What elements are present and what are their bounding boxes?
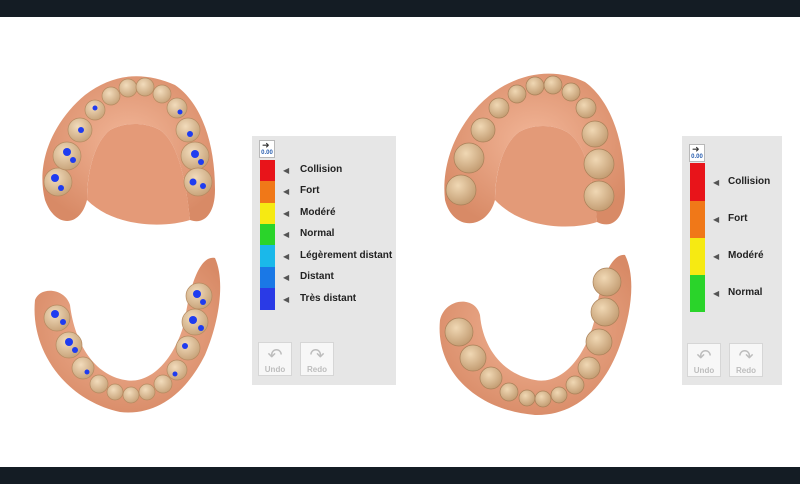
left-scan-view[interactable] [25, 50, 270, 460]
legend-swatch-collision [690, 163, 705, 201]
right-lower-arch [439, 254, 632, 416]
caret-left-icon[interactable]: ◀ [283, 166, 289, 176]
caret-left-icon[interactable]: ◀ [283, 273, 289, 283]
legend-label: Très distant [300, 293, 357, 304]
top-frame-bar [0, 0, 800, 17]
left-legend-panel: ➜ 0.00 ◀ Collision ◀ Fort ◀ Modéré ◀ Nor… [252, 136, 396, 385]
legend-label: Normal [728, 287, 763, 298]
legend-label: Modéré [300, 207, 336, 218]
caret-left-icon[interactable]: ◀ [283, 295, 289, 305]
caret-left-icon[interactable]: ◀ [713, 289, 719, 299]
reset-button[interactable]: ➜ 0.00 [689, 144, 705, 162]
undo-button[interactable]: ↶ Undo [258, 342, 292, 376]
legend-label: Fort [728, 213, 748, 224]
caret-left-icon[interactable]: ◀ [283, 187, 289, 197]
reset-value: 0.00 [261, 150, 273, 156]
undo-label: Undo [264, 365, 286, 374]
redo-button[interactable]: ↷ Redo [729, 343, 763, 377]
legend-swatch-modere [260, 203, 275, 224]
legend-label: Modéré [728, 250, 764, 261]
undo-arrow-icon: ↶ [267, 345, 283, 365]
legend-label: Normal [300, 228, 335, 239]
redo-button[interactable]: ↷ Redo [300, 342, 334, 376]
undo-arrow-icon: ↶ [696, 346, 712, 366]
legend-label: Fort [300, 185, 320, 196]
legend-label: Distant [300, 271, 334, 282]
caret-left-icon[interactable]: ◀ [283, 252, 289, 262]
caret-left-icon[interactable]: ◀ [713, 178, 719, 188]
right-legend-panel: ➜ 0.00 ◀ Collision ◀ Fort ◀ Modéré ◀ Nor… [682, 136, 782, 385]
legend-swatch-distant [260, 267, 275, 288]
left-upper-arch [42, 76, 215, 225]
undo-label: Undo [693, 366, 715, 375]
reset-value: 0.00 [691, 154, 703, 160]
legend-swatch-modere [690, 238, 705, 275]
bottom-frame-bar [0, 467, 800, 484]
legend-swatch-normal [260, 224, 275, 245]
left-lower-arch [34, 257, 221, 413]
caret-left-icon[interactable]: ◀ [283, 230, 289, 240]
legend-swatch-fort [260, 181, 275, 203]
legend-label: Légèrement distant [300, 250, 393, 261]
right-scan-view[interactable] [435, 50, 680, 460]
redo-arrow-icon: ↷ [738, 346, 754, 366]
redo-label: Redo [736, 366, 756, 375]
legend-swatch-collision [260, 160, 275, 181]
redo-arrow-icon: ↷ [309, 345, 325, 365]
legend-swatch-legerement-distant [260, 245, 275, 267]
redo-label: Redo [307, 365, 327, 374]
caret-left-icon[interactable]: ◀ [283, 209, 289, 219]
caret-left-icon[interactable]: ◀ [713, 252, 719, 262]
legend-swatch-normal [690, 275, 705, 312]
caret-left-icon[interactable]: ◀ [713, 215, 719, 225]
right-upper-arch [444, 73, 625, 227]
legend-swatch-fort [690, 201, 705, 238]
legend-label: Collision [728, 176, 771, 187]
legend-swatch-tres-distant [260, 288, 275, 310]
legend-label: Collision [300, 164, 343, 175]
reset-button[interactable]: ➜ 0.00 [259, 140, 275, 158]
undo-button[interactable]: ↶ Undo [687, 343, 721, 377]
